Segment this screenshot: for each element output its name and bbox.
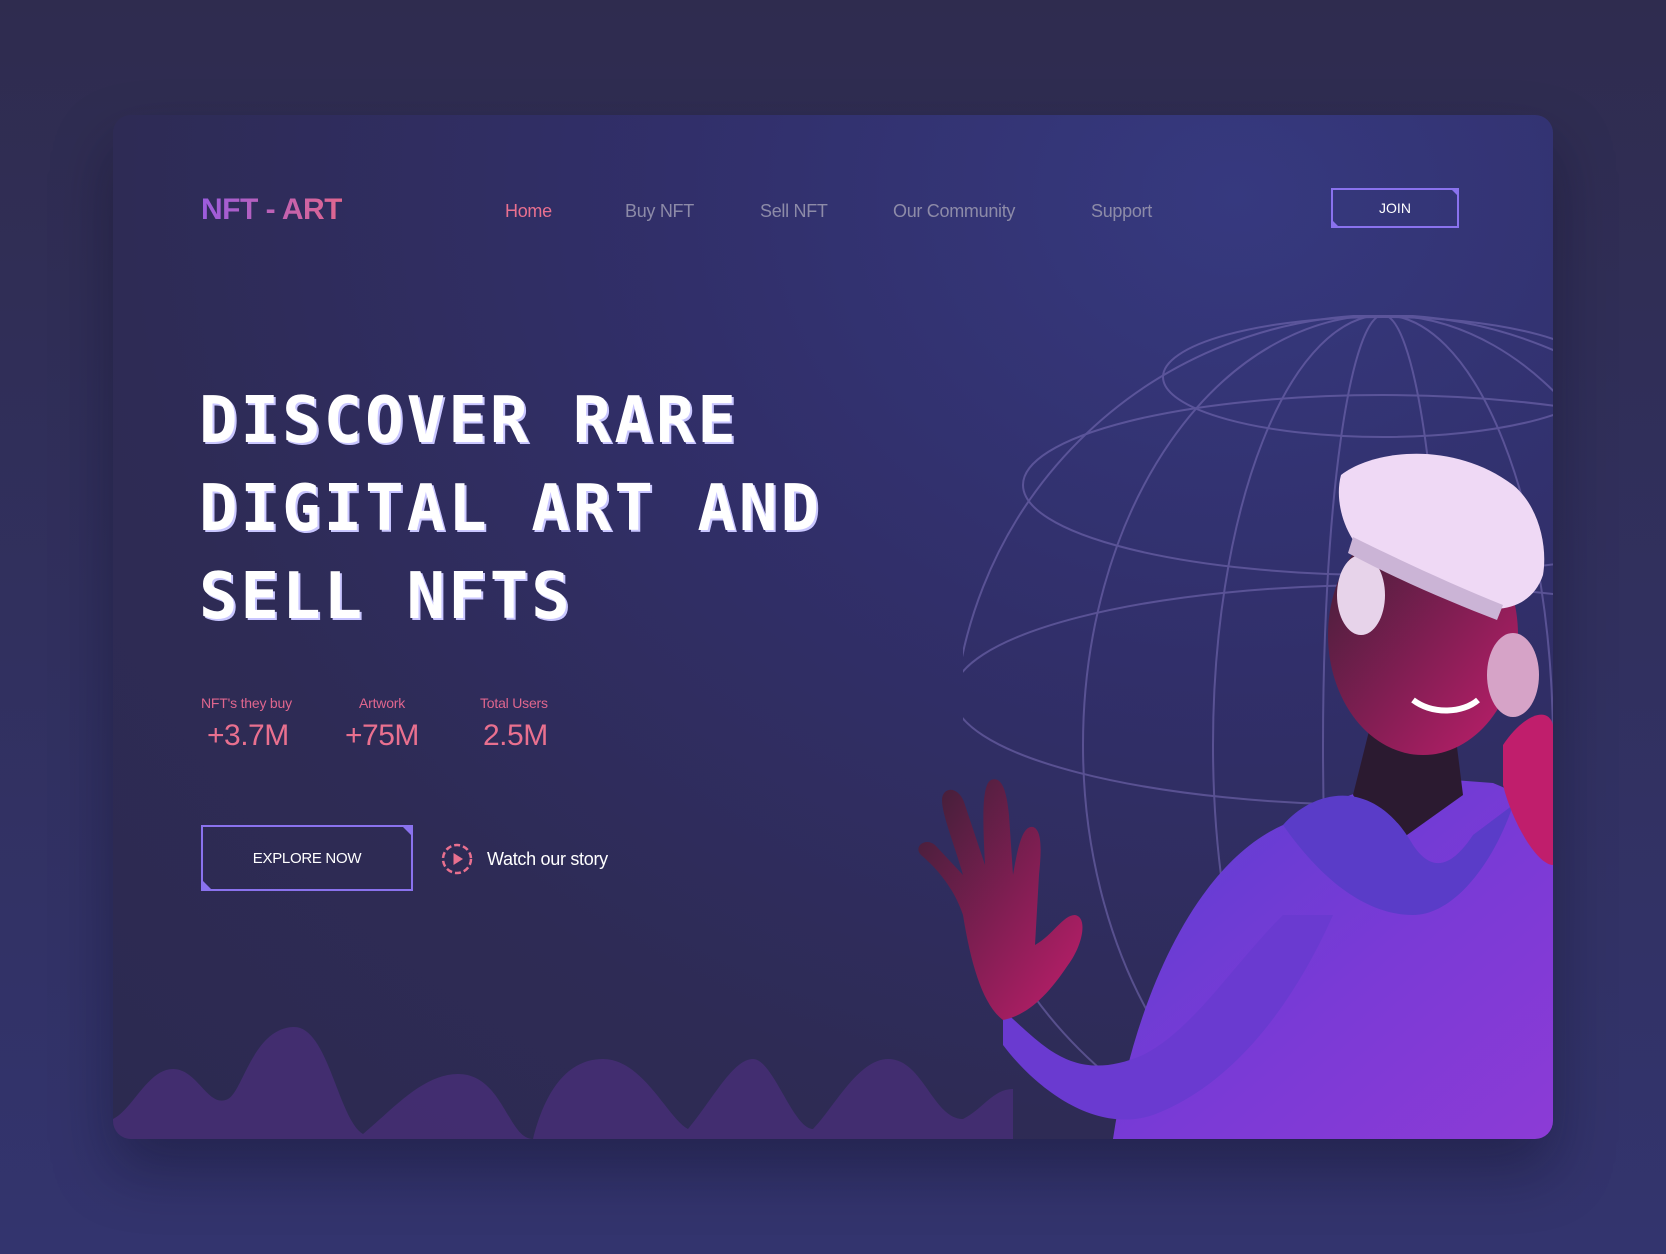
stat-value: +3.7M	[207, 719, 289, 752]
nav-our-community[interactable]: Our Community	[893, 201, 1015, 222]
stat-nfts-bought: NFT's they buy +3.7M	[201, 695, 292, 753]
button-corner-accent	[1450, 188, 1459, 197]
stat-label: NFT's they buy	[201, 695, 292, 711]
headline-line-2: DIGITAL ART AND	[199, 472, 822, 546]
nav-buy-nft[interactable]: Buy NFT	[625, 201, 694, 222]
stat-label: Artwork	[359, 695, 406, 711]
join-button[interactable]: JOIN	[1331, 188, 1459, 228]
nav-sell-nft[interactable]: Sell NFT	[760, 201, 828, 222]
watch-story-link[interactable]: Watch our story	[441, 842, 608, 876]
nav-home[interactable]: Home	[505, 201, 552, 222]
join-button-label: JOIN	[1379, 200, 1411, 216]
stat-label: Total Users	[480, 695, 548, 711]
button-corner-accent	[1331, 219, 1340, 228]
play-circle-icon	[441, 843, 473, 875]
hero-headline: DISCOVER RARE DIGITAL ART AND SELL NFTS	[199, 377, 1019, 641]
nav-support[interactable]: Support	[1091, 201, 1152, 222]
headline-line-3: SELL NFTS	[199, 560, 573, 634]
stat-total-users: Total Users 2.5M	[480, 695, 548, 753]
stat-value: +75M	[345, 719, 419, 752]
hero-card: NFT - ART Home Buy NFT Sell NFT Our Comm…	[113, 115, 1553, 1139]
explore-now-button[interactable]: EXPLORE NOW	[201, 825, 413, 891]
button-corner-accent	[201, 879, 213, 891]
stat-value: 2.5M	[483, 719, 548, 752]
stat-artwork: Artwork +75M	[345, 695, 419, 753]
watch-story-label: Watch our story	[487, 848, 608, 869]
button-corner-accent	[401, 825, 413, 837]
explore-button-label: EXPLORE NOW	[252, 849, 362, 867]
headline-line-1: DISCOVER RARE	[199, 384, 739, 458]
